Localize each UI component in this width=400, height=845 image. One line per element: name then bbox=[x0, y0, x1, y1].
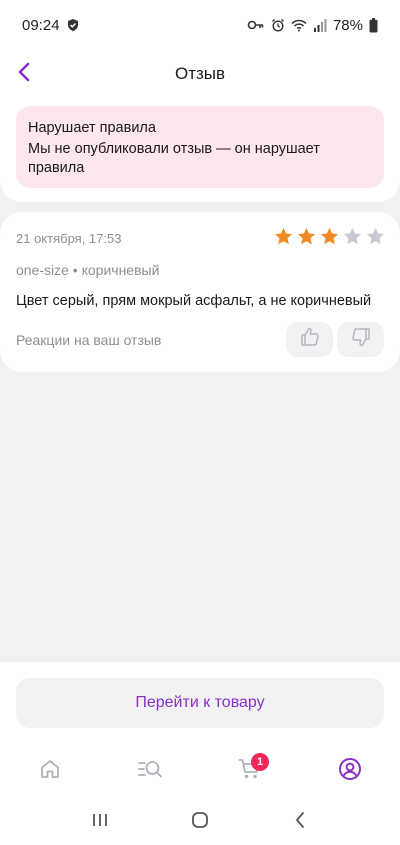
home-icon bbox=[39, 758, 61, 785]
cart-badge: 1 bbox=[251, 753, 269, 771]
warning-section: Нарушает правила Мы не опубликовали отзы… bbox=[0, 98, 400, 202]
tab-cart[interactable]: 1 bbox=[220, 751, 280, 791]
back-button[interactable] bbox=[10, 60, 38, 88]
signal-icon bbox=[313, 18, 327, 32]
home-circle-icon bbox=[191, 811, 209, 834]
rating-stars bbox=[273, 226, 386, 247]
warning-text: Мы не опубликовали отзыв — он нарушает п… bbox=[28, 141, 320, 176]
tab-bar: 1 bbox=[0, 742, 400, 800]
battery-icon bbox=[369, 17, 378, 33]
thumbs-up-icon bbox=[299, 326, 321, 353]
home-nav-button[interactable] bbox=[180, 808, 220, 838]
star-filled-icon bbox=[274, 227, 293, 245]
recent-apps-button[interactable] bbox=[80, 808, 120, 838]
review-text: Цвет серый, прям мокрый асфальт, а не ко… bbox=[16, 293, 372, 309]
tab-profile[interactable] bbox=[320, 751, 380, 791]
back-nav-button[interactable] bbox=[280, 808, 320, 838]
tab-home[interactable] bbox=[20, 751, 80, 791]
catalog-search-icon bbox=[137, 758, 163, 785]
review-variant: one-size • коричневый bbox=[16, 262, 160, 278]
wifi-icon bbox=[291, 19, 307, 32]
status-left: 09:24 bbox=[22, 17, 80, 34]
profile-icon bbox=[338, 757, 362, 786]
key-icon bbox=[247, 19, 265, 31]
page-title: Отзыв bbox=[174, 64, 226, 83]
star-filled-icon bbox=[297, 227, 316, 245]
review-card: 21 октября, 17:53 one-size • коричневый … bbox=[0, 212, 400, 372]
warning-banner: Нарушает правила Мы не опубликовали отзы… bbox=[16, 106, 384, 188]
alarm-icon bbox=[271, 18, 285, 32]
star-filled-icon bbox=[320, 227, 339, 245]
chevron-left-icon bbox=[17, 62, 31, 87]
thumbs-down-icon bbox=[350, 326, 372, 353]
bottom-action-area: Перейти к товару bbox=[0, 662, 400, 742]
dislike-button[interactable] bbox=[337, 322, 384, 357]
battery-percent: 78% bbox=[332, 16, 363, 34]
header: Отзыв bbox=[0, 50, 400, 98]
shield-check-icon bbox=[66, 18, 80, 32]
review-date: 21 октября, 17:53 bbox=[16, 231, 122, 246]
go-to-product-button[interactable]: Перейти к товару bbox=[16, 678, 384, 728]
star-empty-icon bbox=[343, 227, 362, 245]
status-right: 78% bbox=[247, 17, 378, 34]
recent-apps-icon bbox=[91, 812, 109, 833]
like-button[interactable] bbox=[286, 322, 333, 357]
tab-catalog[interactable] bbox=[120, 751, 180, 791]
back-arrow-icon bbox=[294, 811, 306, 834]
system-nav-bar bbox=[0, 800, 400, 845]
warning-title: Нарушает правила bbox=[28, 120, 156, 136]
status-bar: 09:24 78% bbox=[0, 0, 400, 50]
status-time: 09:24 bbox=[22, 16, 60, 34]
reactions-label: Реакции на ваш отзыв bbox=[16, 332, 162, 348]
star-empty-icon bbox=[366, 227, 385, 245]
